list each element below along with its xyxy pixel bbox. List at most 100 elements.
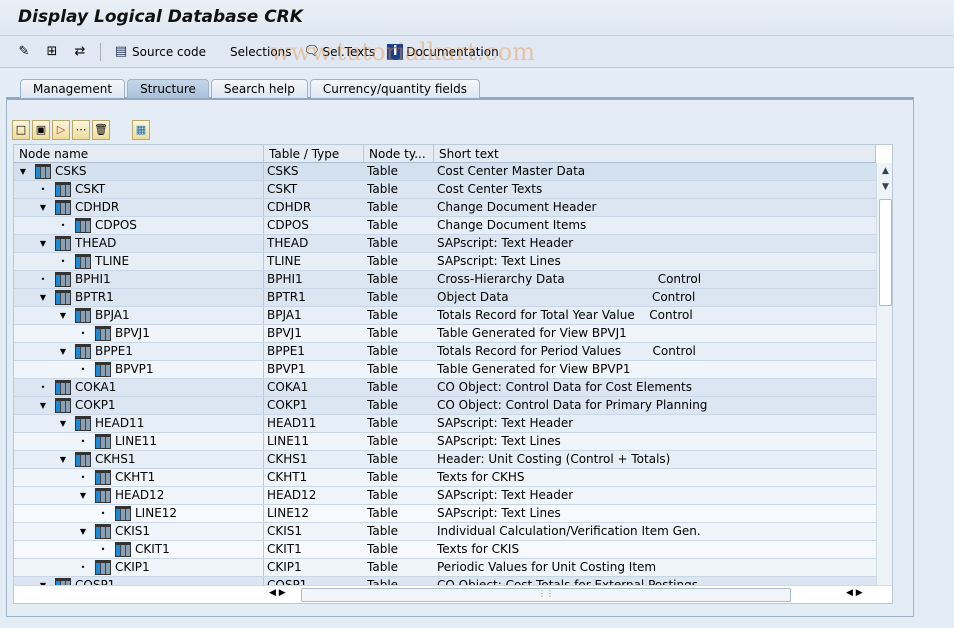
application-toolbar: ✎ ⊞ ⇄ ▤ Source code Selections 🗨 Sel.Texts… bbox=[0, 36, 954, 68]
table-row[interactable]: • BPVP1 BPVP1 Table Table Generated for … bbox=[14, 361, 876, 379]
node-type-cell: Table bbox=[367, 578, 399, 585]
table-row[interactable]: ▼ COSP1 COSP1 Table CO Object: Cost Tota… bbox=[14, 577, 876, 585]
table-row[interactable]: ▼ COKP1 COKP1 Table CO Object: Control D… bbox=[14, 397, 876, 415]
table-row[interactable]: • BPHI1 BPHI1 Table Cross-Hierarchy Data… bbox=[14, 271, 876, 289]
column-header-node-type[interactable]: Node ty... bbox=[364, 145, 434, 162]
table-row[interactable]: ▼ BPTR1 BPTR1 Table Object Data Control bbox=[14, 289, 876, 307]
table-icon bbox=[55, 272, 71, 287]
short-text-cell: SAPscript: Text Lines bbox=[434, 433, 876, 450]
documentation-button[interactable]: i Documentation bbox=[383, 42, 503, 62]
short-text-cell: Individual Calculation/Verification Item… bbox=[434, 523, 876, 540]
short-text: SAPscript: Text Lines bbox=[437, 506, 561, 520]
table-row[interactable]: ▼ THEAD THEAD Table SAPscript: Text Head… bbox=[14, 235, 876, 253]
table-icon bbox=[115, 542, 131, 557]
scroll-left-icon[interactable]: ◀ ▶ bbox=[269, 588, 286, 598]
where-used-button[interactable]: ⇄ bbox=[68, 42, 92, 62]
table-view-button[interactable]: ▦ bbox=[132, 120, 150, 140]
tab-structure[interactable]: Structure bbox=[127, 79, 209, 98]
table-row[interactable]: • CKHT1 CKHT1 Table Texts for CKHS bbox=[14, 469, 876, 487]
short-text-cell: Periodic Values for Unit Costing Item bbox=[434, 559, 876, 576]
tree-rows: ▼ CSKS CSKS Table Cost Center Master Dat… bbox=[14, 163, 876, 585]
table-header: Node name Table / Type Node ty... Short … bbox=[14, 145, 876, 163]
reassign-button[interactable]: ⋯ bbox=[72, 120, 90, 140]
column-header-node-name[interactable]: Node name bbox=[14, 145, 264, 162]
expand-arrow-icon[interactable]: ▼ bbox=[38, 199, 48, 216]
table-icon bbox=[95, 434, 111, 449]
scroll-thumb[interactable] bbox=[879, 199, 892, 306]
delete-node-button[interactable]: 🗑 bbox=[92, 120, 110, 140]
trash-icon: 🗑 bbox=[94, 123, 108, 136]
horizontal-scroll-thumb[interactable]: ⋮⋮ bbox=[301, 588, 791, 602]
short-text: Totals Record for Total Year Value bbox=[437, 308, 635, 322]
node-name: BPVP1 bbox=[115, 362, 154, 376]
table-row[interactable]: ▼ HEAD12 HEAD12 Table SAPscript: Text He… bbox=[14, 487, 876, 505]
expand-arrow-icon[interactable]: ▼ bbox=[18, 163, 28, 180]
expand-arrow-icon[interactable]: ▼ bbox=[38, 235, 48, 252]
selections-button[interactable]: Selections bbox=[226, 43, 296, 61]
source-code-button[interactable]: ▤ Source code bbox=[109, 42, 210, 62]
create-node-button[interactable]: □ bbox=[12, 120, 30, 140]
expand-arrow-icon[interactable]: ▼ bbox=[58, 307, 68, 324]
hierarchy-button[interactable]: ⊞ bbox=[40, 42, 64, 62]
new-document-icon: □ bbox=[15, 123, 27, 136]
table-type-cell: CDHDR bbox=[267, 200, 312, 214]
tree-toolbar: □ ▣ ▷ ⋯ 🗑 ▦ bbox=[12, 120, 150, 140]
expand-arrow-icon[interactable]: ▼ bbox=[38, 397, 48, 414]
sel-texts-button[interactable]: 🗨 Sel.Texts bbox=[300, 42, 380, 62]
column-header-short-text[interactable]: Short text bbox=[434, 145, 876, 162]
tab-currency-quantity-fields[interactable]: Currency/quantity fields bbox=[309, 79, 480, 98]
tab-search-help[interactable]: Search help bbox=[210, 79, 308, 98]
change-node-button[interactable]: ▣ bbox=[32, 120, 50, 140]
node-name-cell: • BPVP1 bbox=[14, 361, 264, 378]
expand-arrow-icon[interactable]: ▼ bbox=[78, 523, 88, 540]
table-row[interactable]: ▼ HEAD11 HEAD11 Table SAPscript: Text He… bbox=[14, 415, 876, 433]
table-row[interactable]: • LINE12 LINE12 Table SAPscript: Text Li… bbox=[14, 505, 876, 523]
short-text: Cross-Hierarchy Data bbox=[437, 272, 565, 286]
table-type-cell: LINE11 bbox=[267, 434, 310, 448]
tab-management[interactable]: Management bbox=[20, 79, 126, 98]
node-name: LINE12 bbox=[135, 506, 178, 520]
table-row[interactable]: • CDPOS CDPOS Table Change Document Item… bbox=[14, 217, 876, 235]
table-row[interactable]: ▼ BPJA1 BPJA1 Table Totals Record for To… bbox=[14, 307, 876, 325]
leaf-bullet-icon: • bbox=[60, 257, 66, 266]
node-name-cell: • LINE12 bbox=[14, 505, 264, 522]
table-type-cell: THEAD bbox=[267, 236, 309, 250]
table-row[interactable]: • TLINE TLINE Table SAPscript: Text Line… bbox=[14, 253, 876, 271]
expand-arrow-icon[interactable]: ▼ bbox=[58, 451, 68, 468]
column-header-table-type[interactable]: Table / Type bbox=[264, 145, 364, 162]
expand-arrow-icon[interactable]: ▼ bbox=[38, 577, 48, 585]
move-node-button[interactable]: ▷ bbox=[52, 120, 70, 140]
display-change-button[interactable]: ✎ bbox=[12, 42, 36, 62]
table-row[interactable]: • CKIP1 CKIP1 Table Periodic Values for … bbox=[14, 559, 876, 577]
leaf-bullet-icon: • bbox=[80, 329, 86, 338]
node-type-cell: Table bbox=[367, 506, 399, 520]
expand-arrow-icon[interactable]: ▼ bbox=[38, 289, 48, 306]
table-row[interactable]: ▼ CSKS CSKS Table Cost Center Master Dat… bbox=[14, 163, 876, 181]
vertical-scrollbar[interactable]: ▲ ▼ bbox=[876, 163, 892, 585]
table-row[interactable]: ▼ CDHDR CDHDR Table Change Document Head… bbox=[14, 199, 876, 217]
table-icon: ▦ bbox=[135, 123, 147, 136]
node-type-cell: Table bbox=[367, 398, 399, 412]
expand-arrow-icon[interactable]: ▼ bbox=[58, 343, 68, 360]
table-row[interactable]: ▼ CKIS1 CKIS1 Table Individual Calculati… bbox=[14, 523, 876, 541]
move-icon: ▷ bbox=[56, 123, 66, 136]
scroll-up-icon[interactable]: ▲ bbox=[877, 163, 892, 179]
short-text-cell: Texts for CKHS bbox=[434, 469, 876, 486]
table-type-cell: BPHI1 bbox=[267, 272, 303, 286]
table-row[interactable]: • CKIT1 CKIT1 Table Texts for CKIS bbox=[14, 541, 876, 559]
table-row[interactable]: ▼ CKHS1 CKHS1 Table Header: Unit Costing… bbox=[14, 451, 876, 469]
table-row[interactable]: ▼ BPPE1 BPPE1 Table Totals Record for Pe… bbox=[14, 343, 876, 361]
scroll-down-icon[interactable]: ▼ bbox=[877, 179, 892, 195]
scroll-right-icon[interactable]: ◀ ▶ bbox=[846, 588, 863, 598]
short-text: Texts for CKIS bbox=[437, 542, 520, 556]
expand-arrow-icon[interactable]: ▼ bbox=[58, 415, 68, 432]
expand-arrow-icon[interactable]: ▼ bbox=[78, 487, 88, 504]
horizontal-scrollbar[interactable]: ◀ ▶ ⋮⋮ ◀ ▶ bbox=[14, 585, 892, 603]
node-type-cell: Table bbox=[367, 362, 399, 376]
short-text: Totals Record for Period Values bbox=[437, 344, 622, 358]
table-row[interactable]: • CSKT CSKT Table Cost Center Texts bbox=[14, 181, 876, 199]
table-type-cell: BPTR1 bbox=[267, 290, 306, 304]
table-row[interactable]: • BPVJ1 BPVJ1 Table Table Generated for … bbox=[14, 325, 876, 343]
table-row[interactable]: • COKA1 COKA1 Table CO Object: Control D… bbox=[14, 379, 876, 397]
table-row[interactable]: • LINE11 LINE11 Table SAPscript: Text Li… bbox=[14, 433, 876, 451]
